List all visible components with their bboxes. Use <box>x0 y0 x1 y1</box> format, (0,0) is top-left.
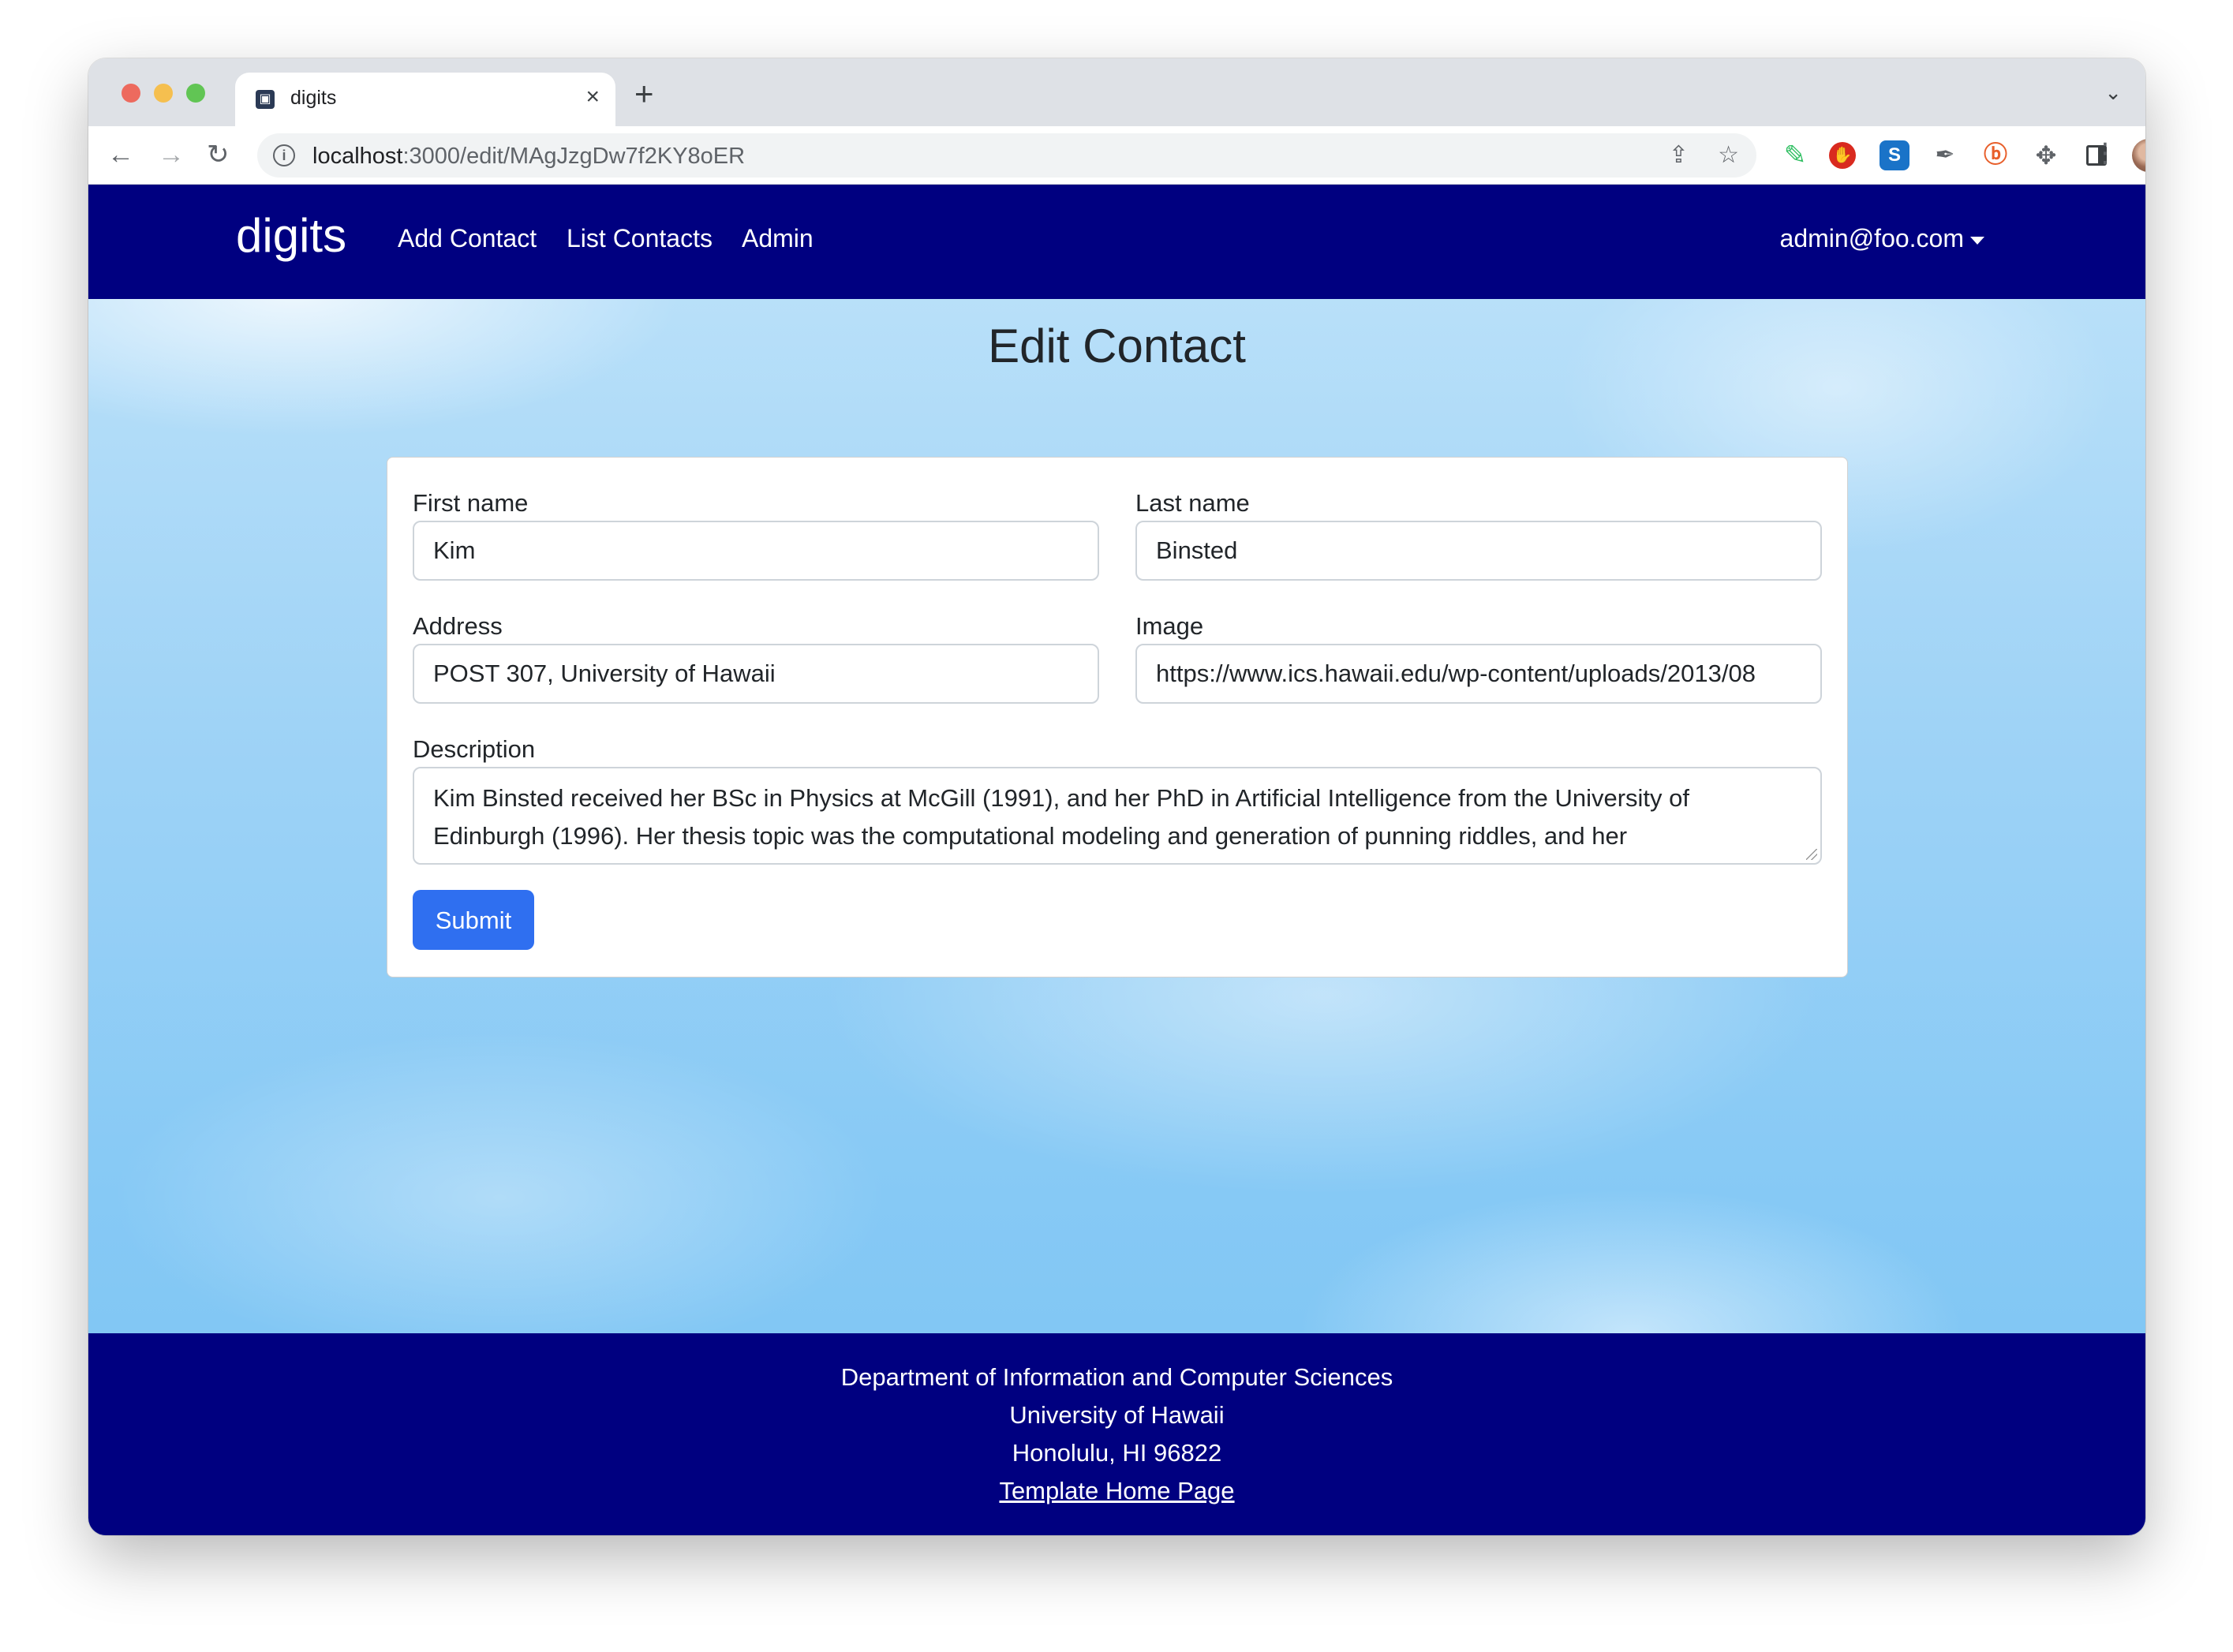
textarea-resize-handle[interactable] <box>1806 849 1817 860</box>
image-url-input[interactable]: https://www.ics.hawaii.edu/wp-content/up… <box>1135 644 1822 704</box>
tab-close-icon[interactable]: × <box>585 84 600 110</box>
top-navbar: digits Add Contact List Contacts Admin a… <box>88 185 2145 299</box>
address-url[interactable]: localhost:3000/edit/MAgJzgDw7f2KY8oER <box>312 144 745 170</box>
page-footer: Department of Information and Computer S… <box>88 1333 2145 1535</box>
nav-list-contacts[interactable]: List Contacts <box>567 224 713 253</box>
ublock-icon[interactable]: ✋ <box>1829 142 1856 169</box>
footer-department: Department of Information and Computer S… <box>840 1363 1393 1391</box>
description-label: Description <box>413 735 536 763</box>
page-title: Edit Contact <box>988 320 1246 372</box>
browser-menu-kebab-icon[interactable]: ⋮ <box>2092 137 2119 169</box>
eyedropper-icon[interactable]: ✒ <box>1930 140 1960 170</box>
reload-icon[interactable]: ↻ <box>207 139 230 170</box>
browser-tab[interactable]: ▣ digits × <box>235 73 615 126</box>
first-name-label: First name <box>413 489 529 517</box>
honey-icon[interactable]: ⓑ <box>1981 140 2010 170</box>
description-textarea[interactable]: Kim Binsted received her BSc in Physics … <box>413 767 1822 865</box>
template-home-page-link[interactable]: Template Home Page <box>999 1477 1234 1504</box>
s-extension-icon[interactable]: S <box>1880 140 1909 170</box>
tab-strip: ▣ digits × + ⌄ <box>88 58 2145 126</box>
tab-search-chevron-down-icon[interactable]: ⌄ <box>2104 80 2122 105</box>
nav-add-contact[interactable]: Add Contact <box>398 224 537 253</box>
address-host: localhost <box>312 144 403 169</box>
maximize-window-button[interactable] <box>186 84 205 103</box>
footer-university: University of Hawaii <box>1009 1401 1225 1429</box>
new-tab-button[interactable]: + <box>634 77 654 110</box>
edit-contact-form: First name Kim Last name Binsted Address… <box>387 457 1848 977</box>
user-email: admin@foo.com <box>1779 224 1964 252</box>
submit-button[interactable]: Submit <box>413 890 534 950</box>
site-info-icon[interactable]: i <box>273 144 295 166</box>
description-text: Kim Binsted received her BSc in Physics … <box>433 784 1689 850</box>
footer-location: Honolulu, HI 96822 <box>1012 1439 1222 1467</box>
browser-toolbar: ← → ↻ i localhost:3000/edit/MAgJzgDw7f2K… <box>88 126 2145 185</box>
tab-favicon-icon: ▣ <box>256 90 275 109</box>
minimize-window-button[interactable] <box>154 84 173 103</box>
evernote-icon[interactable]: ✎ <box>1780 140 1810 170</box>
last-name-input[interactable]: Binsted <box>1135 521 1822 581</box>
tab-title: digits <box>290 87 337 109</box>
first-name-input[interactable]: Kim <box>413 521 1099 581</box>
page-viewport: digits Add Contact List Contacts Admin a… <box>88 185 2145 1535</box>
bookmark-star-icon[interactable]: ☆ <box>1718 141 1739 169</box>
image-label: Image <box>1135 612 1204 640</box>
user-dropdown[interactable]: admin@foo.com <box>1780 224 1984 253</box>
profile-avatar[interactable] <box>2132 139 2145 172</box>
brand-logo[interactable]: digits <box>236 208 346 263</box>
share-icon[interactable]: ⇪ <box>1669 141 1689 169</box>
last-name-label: Last name <box>1135 489 1250 517</box>
caret-down-icon <box>1970 236 1984 245</box>
browser-window: ▣ digits × + ⌄ ← → ↻ i localhost:3000/ed… <box>88 58 2145 1535</box>
nav-admin[interactable]: Admin <box>742 224 814 253</box>
address-label: Address <box>413 612 503 640</box>
address-path: :3000/edit/MAgJzgDw7f2KY8oER <box>402 144 746 169</box>
forward-arrow-icon[interactable]: → <box>158 139 185 170</box>
address-input[interactable]: POST 307, University of Hawaii <box>413 644 1099 704</box>
close-window-button[interactable] <box>122 84 140 103</box>
address-bar[interactable]: i localhost:3000/edit/MAgJzgDw7f2KY8oER … <box>257 133 1756 178</box>
back-arrow-icon[interactable]: ← <box>107 139 134 170</box>
extensions-puzzle-icon[interactable]: ✥ <box>2031 140 2061 170</box>
